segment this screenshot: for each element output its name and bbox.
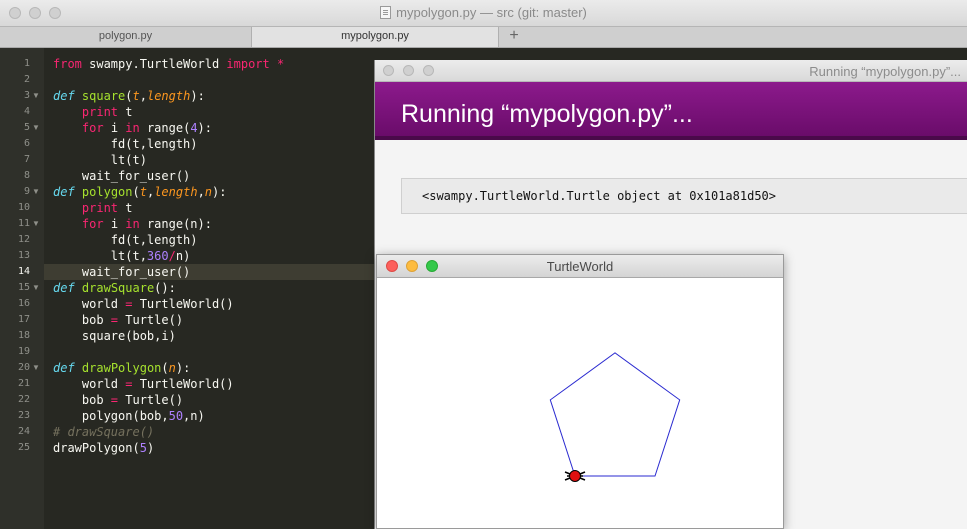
add-tab-button[interactable]: + [504, 27, 524, 47]
running-window-title: Running “mypolygon.py”... [809, 64, 961, 79]
tab-mypolygon[interactable]: mypolygon.py [252, 27, 499, 47]
output-box: <swampy.TurtleWorld.Turtle object at 0x1… [401, 178, 967, 214]
fold-arrow-icon[interactable]: ▼ [32, 123, 40, 132]
zoom-button[interactable] [423, 65, 434, 76]
fold-arrow-icon[interactable]: ▼ [32, 283, 40, 292]
tab-polygon[interactable]: polygon.py [0, 27, 252, 47]
turtle-canvas [549, 352, 681, 482]
tab-bar: polygon.py mypolygon.py + [0, 27, 967, 48]
pentagon-shape [549, 352, 681, 477]
document-icon [380, 6, 392, 19]
running-header: Running “mypolygon.py”... [375, 82, 967, 140]
output-text: <swampy.TurtleWorld.Turtle object at 0x1… [422, 189, 777, 203]
line-number-gutter: 1 2 3 ▼ 4 5 ▼ 6 7 8 9 ▼ 10 11 ▼ 12 13 14 15 ▼… [0, 48, 44, 529]
turtleworld-titlebar: TurtleWorld [377, 255, 783, 278]
fold-arrow-icon[interactable]: ▼ [32, 91, 40, 100]
running-heading: Running “mypolygon.py”... [401, 100, 693, 128]
close-button[interactable] [383, 65, 394, 76]
window-title: mypolygon.py — src (git: master) [0, 5, 967, 20]
minimize-button[interactable] [403, 65, 414, 76]
fold-arrow-icon[interactable]: ▼ [32, 363, 40, 372]
fold-arrow-icon[interactable]: ▼ [32, 219, 40, 228]
turtleworld-window: TurtleWorld [376, 254, 784, 529]
running-titlebar: Running “mypolygon.py”... [375, 60, 967, 82]
turtleworld-title: TurtleWorld [546, 259, 614, 274]
editor-titlebar: mypolygon.py — src (git: master) [0, 0, 967, 27]
fold-arrow-icon[interactable]: ▼ [32, 187, 40, 196]
turtle-icon [564, 470, 586, 482]
